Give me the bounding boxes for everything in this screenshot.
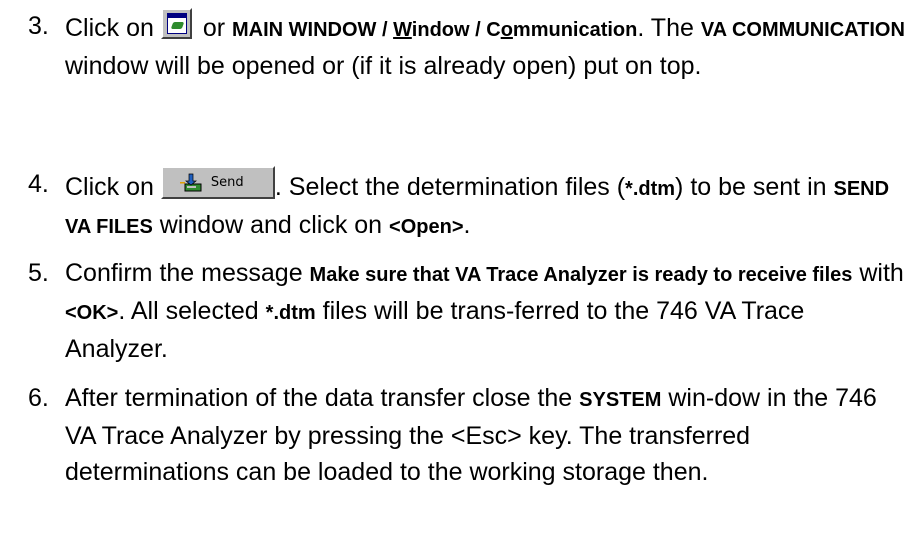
step-number: 6. xyxy=(28,384,49,412)
communication-window-icon[interactable] xyxy=(160,8,192,39)
step-5: 5. Confirm the message Make sure that VA… xyxy=(28,255,908,367)
step-text: After termination of the data transfer c… xyxy=(65,384,877,486)
window-name: VA COMMUNICATION xyxy=(700,19,905,41)
step-text: Click on Send. Select the determination … xyxy=(65,166,908,245)
send-icon xyxy=(179,173,202,192)
step-number: 3. xyxy=(28,12,49,40)
step-number: 4. xyxy=(28,170,49,198)
message-text: Make sure that VA Trace Analyzer is read… xyxy=(309,264,853,286)
step-3: 3. Click on or MAIN WINDOW / Window / Co… xyxy=(28,8,908,84)
step-number: 5. xyxy=(28,259,49,287)
send-button[interactable]: Send xyxy=(160,166,275,199)
menu-path: MAIN WINDOW / Window / Communication xyxy=(232,19,638,41)
step-4: 4. Click on Send. Select the determinati… xyxy=(28,166,908,245)
document-page: 3. Click on or MAIN WINDOW / Window / Co… xyxy=(0,0,916,557)
window-name: SYSTEM xyxy=(579,389,662,411)
step-text: Click on or MAIN WINDOW / Window / Commu… xyxy=(65,8,908,84)
step-text: Confirm the message Make sure that VA Tr… xyxy=(65,259,904,363)
send-button-label: Send xyxy=(210,175,244,190)
step-6: 6. After termination of the data transfe… xyxy=(28,380,908,490)
